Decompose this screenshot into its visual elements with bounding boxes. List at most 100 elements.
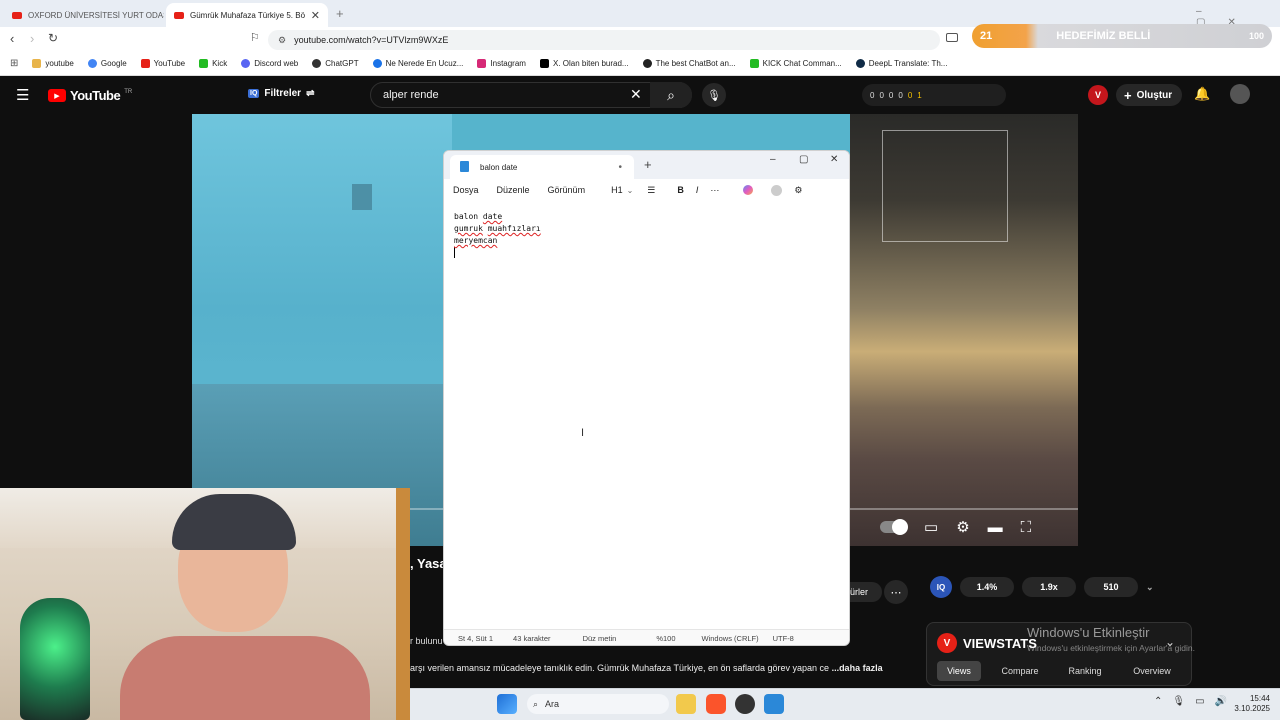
menu-icon[interactable]: ☰ xyxy=(16,86,29,104)
forward-icon[interactable]: › xyxy=(30,31,34,46)
subtitles-icon[interactable]: ▭ xyxy=(924,518,938,536)
bookmark-instagram[interactable]: Instagram xyxy=(477,59,526,68)
bookmark-ne-nerede[interactable]: Ne Nerede En Ucuz... xyxy=(372,59,463,68)
goal-label: HEDEFİMİZ BELLİ xyxy=(1056,30,1151,42)
settings-icon[interactable]: ⚙ xyxy=(956,518,969,536)
bookmark-deepl[interactable]: DeepL Translate: Th... xyxy=(855,59,947,68)
search-button[interactable]: ⌕ xyxy=(650,82,692,108)
viewstats-panel: V VIEWSTATS Windows'u Etkinleştir Window… xyxy=(926,622,1195,686)
reload-icon[interactable]: ↻ xyxy=(48,31,58,45)
more-link[interactable]: ...daha fazla xyxy=(832,663,883,673)
voice-search-button[interactable]: 🎙 xyxy=(702,83,726,107)
italic-icon[interactable]: I xyxy=(696,185,699,195)
menu-view[interactable]: Görünüm xyxy=(548,185,586,195)
bookmark-youtube[interactable]: YouTube xyxy=(140,59,185,68)
cast-icon[interactable] xyxy=(946,33,958,42)
subscribe-button-fragment[interactable]: ürler xyxy=(848,582,882,602)
search-icon: ⌕ xyxy=(667,86,675,103)
theater-mode-icon[interactable]: ▬ xyxy=(988,519,1003,536)
more-actions-icon[interactable]: ⋯ xyxy=(884,580,908,604)
youtube-logo[interactable]: ▶ YouTube TR xyxy=(48,88,132,103)
avatar[interactable] xyxy=(1230,84,1250,104)
text-line: meryemcan xyxy=(454,236,498,245)
iq-multiplier-pill: 1.9x xyxy=(1022,577,1076,597)
status-zoom[interactable]: %100 xyxy=(656,634,675,643)
notepad-tab[interactable]: balon date • xyxy=(450,155,634,179)
fullscreen-icon[interactable]: ⛶ xyxy=(1021,519,1032,536)
site-info-icon[interactable]: ⚙ xyxy=(278,35,286,46)
clear-search-icon[interactable]: ✕ xyxy=(630,86,642,103)
bookmark-discord[interactable]: Discord web xyxy=(241,59,298,68)
notepad-editor[interactable]: balon date gumruk muahfızları meryemcan xyxy=(454,211,541,258)
browser-tab-active[interactable]: Gümrük Muhafaza Türkiye 5. Bö ✕ xyxy=(166,3,328,27)
bookmark-chatgpt[interactable]: ChatGPT xyxy=(312,59,359,68)
maximize-button[interactable]: ▢ xyxy=(799,154,808,165)
back-icon[interactable]: ‹ xyxy=(10,31,14,46)
plus-icon: + xyxy=(1124,87,1132,103)
new-tab-button[interactable]: + xyxy=(644,157,652,172)
bookmark-youtube-folder[interactable]: youtube xyxy=(32,59,74,68)
more-icon[interactable]: ⋯ xyxy=(710,185,719,196)
notepad-icon xyxy=(460,161,469,172)
file-explorer-icon[interactable] xyxy=(676,694,696,714)
streamer-shirt xyxy=(120,636,370,720)
start-icon[interactable] xyxy=(497,694,517,714)
search-input[interactable]: alper rende xyxy=(370,82,692,108)
autoplay-toggle[interactable] xyxy=(880,519,908,535)
bookmark-kick-chat[interactable]: KICK Chat Comman... xyxy=(749,59,842,68)
browser-tab[interactable]: OXFORD ÜNİVERSİTESİ YURT ODASI xyxy=(4,3,164,27)
app-icon[interactable] xyxy=(735,694,755,714)
tab-compare[interactable]: Compare xyxy=(989,661,1051,681)
bookmark-chatbot[interactable]: The best ChatBot an... xyxy=(642,59,736,68)
brave-icon[interactable] xyxy=(706,694,726,714)
bookmark-x[interactable]: X. Olan biten burad... xyxy=(539,59,629,68)
github-icon xyxy=(642,59,652,68)
account-icon[interactable] xyxy=(771,184,783,196)
notepad-window[interactable]: balon date • + – ▢ ✕ Dosya Düzenle Görün… xyxy=(443,150,850,646)
tab-overview[interactable]: Overview xyxy=(1119,661,1185,681)
close-button[interactable]: ✕ xyxy=(830,154,838,165)
list-icon[interactable]: ☰ xyxy=(647,185,655,196)
copilot-icon[interactable] xyxy=(743,185,754,195)
video-description: arşı verilen amansız mücadeleye tanıklık… xyxy=(410,663,883,673)
viewstats-extension-icon[interactable]: V xyxy=(1088,85,1108,105)
video-tower xyxy=(352,184,372,210)
iq-icon: IQ xyxy=(248,89,260,98)
search-icon: ⌕ xyxy=(533,698,539,709)
filters-button[interactable]: IQ Filtreler ⇌ xyxy=(248,88,314,99)
extension-stats-pill[interactable]: 000001 xyxy=(862,84,1006,106)
check-icon xyxy=(372,59,382,68)
microphone-icon xyxy=(20,598,90,720)
settings-icon[interactable]: ⚙ xyxy=(794,185,802,196)
minimize-button[interactable]: – xyxy=(770,154,776,165)
bell-icon[interactable]: 🔔 xyxy=(1194,86,1210,102)
heading-dropdown[interactable]: H1 xyxy=(611,185,623,195)
notepad-taskbar-icon[interactable] xyxy=(764,694,784,714)
iq-score-pill: 510 xyxy=(1084,577,1138,597)
system-tray-icons[interactable]: ⌃🎙▭🔊 xyxy=(1154,696,1237,707)
bold-icon[interactable]: B xyxy=(677,185,684,195)
bookmark-kick[interactable]: Kick xyxy=(199,59,227,68)
extension-goal-banner[interactable]: 21 HEDEFİMİZ BELLİ 100 xyxy=(972,24,1272,48)
bookmark-icon[interactable]: ⚐ xyxy=(250,31,260,44)
url-field[interactable]: ⚙ youtube.com/watch?v=UTVlzm9WXzE xyxy=(268,30,940,50)
youtube-favicon-icon xyxy=(12,11,22,19)
iq-engagement-pill: 1.4% xyxy=(960,577,1014,597)
new-tab-button[interactable]: + xyxy=(336,6,344,21)
taskbar-search[interactable]: ⌕ Ara xyxy=(527,694,669,714)
chevron-down-icon[interactable]: ⌄ xyxy=(1165,635,1175,649)
create-button[interactable]: + Oluştur xyxy=(1116,84,1182,106)
tab-views[interactable]: Views xyxy=(937,661,981,681)
tab-ranking[interactable]: Ranking xyxy=(1057,661,1113,681)
menu-edit[interactable]: Düzenle xyxy=(497,185,530,195)
viewstats-logo-icon: V xyxy=(937,633,957,653)
bookmark-google[interactable]: Google xyxy=(87,59,127,68)
menu-file[interactable]: Dosya xyxy=(453,185,479,195)
clock[interactable]: 15:44 3.10.2025 xyxy=(1230,694,1270,714)
iq-stats-bar: IQ 1.4% 1.9x 510 ⌄ xyxy=(930,572,1190,602)
google-icon xyxy=(87,59,97,68)
apps-icon[interactable]: ⊞ xyxy=(10,58,18,69)
unsaved-dot-icon[interactable]: • xyxy=(618,162,622,173)
close-tab-icon[interactable]: ✕ xyxy=(311,9,320,22)
chevron-down-icon[interactable]: ⌄ xyxy=(1146,582,1154,593)
